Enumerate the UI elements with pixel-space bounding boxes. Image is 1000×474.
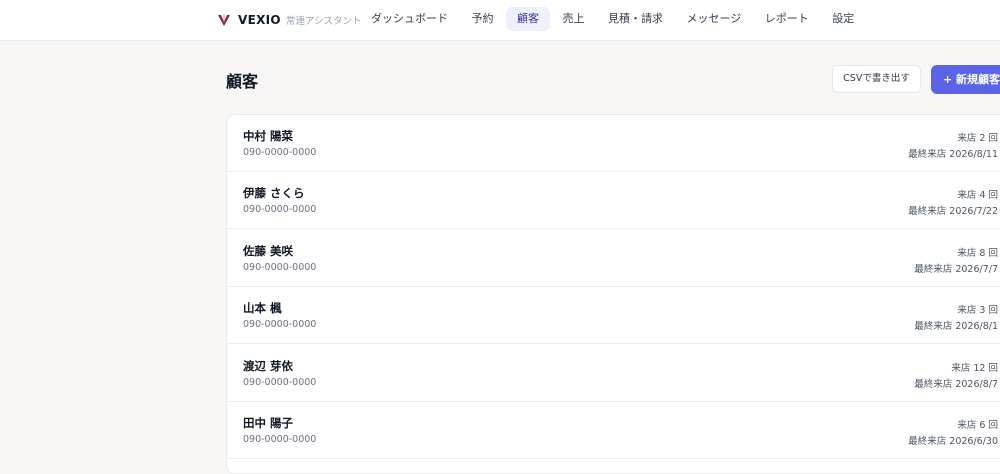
brand-name: VEXIO — [238, 13, 281, 27]
nav-item-reservations[interactable]: 予約 — [461, 7, 505, 31]
customer-name: 伊藤 さくら — [243, 186, 305, 200]
page-title: 顧客 — [226, 72, 259, 91]
brand-subtitle: 常連アシスタント — [285, 16, 362, 27]
customer-phone: 090-0000-0000 — [243, 377, 317, 388]
customer-row[interactable]: 田中 陽子 090-0000-0000 来店 6 回 最終来店 2026/6/3… — [227, 402, 1000, 459]
customer-name: 渡辺 芽依 — [243, 359, 294, 373]
last-visit: 最終来店 2026/8/11 — [908, 149, 998, 160]
export-csv-button[interactable]: CSVで書き出す — [832, 65, 921, 93]
last-visit: 最終来店 2026/7/7 — [914, 264, 998, 275]
nav-item-settings[interactable]: 設定 — [821, 7, 865, 31]
customer-row[interactable]: 渡辺 芽依 090-0000-0000 来店 12 回 最終来店 2026/8/… — [227, 345, 1000, 402]
customer-name: 中村 陽菜 — [243, 129, 294, 143]
customer-row[interactable]: 伊藤 さくら 090-0000-0000 来店 4 回 最終来店 2026/7/… — [227, 172, 1000, 229]
last-visit: 最終来店 2026/7/22 — [908, 206, 998, 217]
customer-row[interactable]: 中村 陽菜 090-0000-0000 来店 2 回 最終来店 2026/8/1… — [227, 115, 1000, 172]
nav-item-reports[interactable]: レポート — [754, 7, 820, 31]
nav-item-customers[interactable]: 顧客 — [506, 7, 550, 31]
top-nav-bar: VEXIO 常連アシスタント ダッシュボード 予約 顧客 売上 見積・請求 メッ… — [0, 0, 1000, 41]
nav-item-sales[interactable]: 売上 — [552, 7, 596, 31]
visit-count: 来店 12 回 — [951, 363, 998, 374]
nav-item-estimates-invoices[interactable]: 見積・請求 — [597, 7, 674, 31]
main-nav: ダッシュボード 予約 顧客 売上 見積・請求 メッセージ レポート 設定 — [360, 7, 867, 31]
visit-count: 来店 2 回 — [957, 133, 998, 144]
brand[interactable]: VEXIO 常連アシスタント — [216, 10, 362, 30]
new-customer-button[interactable]: + 新規顧客 — [931, 65, 1000, 94]
customer-row[interactable]: 山本 楓 090-0000-0000 来店 3 回 最終来店 2026/8/1 — [227, 287, 1000, 344]
customer-name: 山本 楓 — [243, 301, 282, 315]
visit-count: 来店 4 回 — [957, 190, 998, 201]
visit-count: 来店 6 回 — [957, 420, 998, 431]
last-visit: 最終来店 2026/6/30 — [908, 436, 998, 447]
customer-phone: 090-0000-0000 — [243, 434, 317, 445]
customer-phone: 090-0000-0000 — [243, 204, 317, 215]
last-visit: 最終来店 2026/8/7 — [914, 379, 998, 390]
visit-count: 来店 3 回 — [957, 305, 998, 316]
last-visit: 最終来店 2026/8/1 — [914, 321, 998, 332]
customer-phone: 090-0000-0000 — [243, 319, 317, 330]
nav-item-dashboard[interactable]: ダッシュボード — [360, 7, 459, 31]
customer-list: 中村 陽菜 090-0000-0000 来店 2 回 最終来店 2026/8/1… — [226, 114, 1000, 474]
customer-phone: 090-0000-0000 — [243, 147, 317, 158]
customer-name: 田中 陽子 — [243, 416, 294, 430]
visit-count: 来店 8 回 — [957, 248, 998, 259]
nav-item-messages[interactable]: メッセージ — [676, 7, 753, 31]
customer-name: 佐藤 美咲 — [243, 244, 294, 258]
customer-row[interactable]: 佐藤 美咲 090-0000-0000 来店 8 回 最終来店 2026/7/7 — [227, 230, 1000, 287]
vexio-logo-icon — [218, 14, 230, 26]
customer-phone: 090-0000-0000 — [243, 262, 317, 273]
